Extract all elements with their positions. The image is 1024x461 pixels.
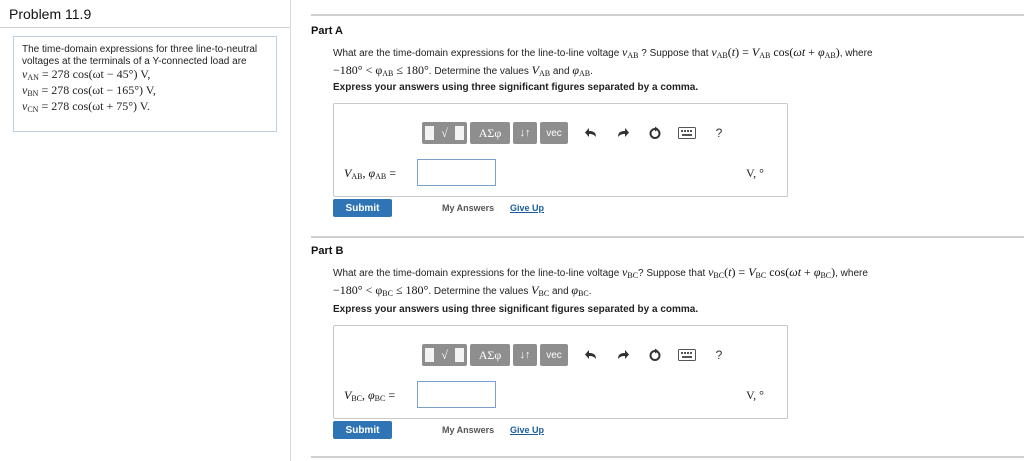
keyboard-icon[interactable] xyxy=(675,122,699,144)
answer-units: V, ° xyxy=(746,166,764,180)
template-square-icon xyxy=(425,348,434,362)
part-question: What are the time-domain expressions for… xyxy=(333,45,873,78)
vector-button[interactable]: vec xyxy=(540,344,568,366)
part-b-bottom-divider xyxy=(311,456,1024,458)
problem-statement: The time-domain expressions for three li… xyxy=(13,36,277,132)
problem-panel: Problem 11.9 The time-domain expressions… xyxy=(0,0,291,461)
math-toolbar: √ ΑΣφ ↓↑ vec ? xyxy=(422,121,731,145)
part-question: What are the time-domain expressions for… xyxy=(333,265,868,298)
give-up-link[interactable]: Give Up xyxy=(510,203,544,213)
answer-units: V, ° xyxy=(746,388,764,402)
voltage-bn: vBN = 278 cos(ωt − 165°) V, xyxy=(22,83,156,98)
title-divider xyxy=(0,27,290,28)
part-instruction: Express your answers using three signifi… xyxy=(333,82,699,93)
answer-label: VBC, φBC = xyxy=(344,388,396,403)
undo-icon[interactable] xyxy=(579,122,603,144)
voltage-cn: vCN = 278 cos(ωt + 75°) V. xyxy=(22,99,150,114)
vector-button[interactable]: vec xyxy=(540,122,568,144)
undo-icon[interactable] xyxy=(579,344,603,366)
greek-symbols-button[interactable]: ΑΣφ xyxy=(470,122,510,144)
template-square-icon xyxy=(425,126,434,140)
part-instruction: Express your answers using three signifi… xyxy=(333,304,699,315)
answer-label: VAB, φAB = xyxy=(344,166,397,181)
subscript-superscript-button[interactable]: ↓↑ xyxy=(513,344,537,366)
subscript-superscript-button[interactable]: ↓↑ xyxy=(513,122,537,144)
answer-input[interactable] xyxy=(417,381,496,408)
my-answers-link[interactable]: My Answers xyxy=(442,203,494,213)
part-title: Part A xyxy=(311,25,343,37)
help-icon[interactable]: ? xyxy=(707,122,731,144)
part-a-top-divider xyxy=(311,14,1024,16)
reset-icon[interactable] xyxy=(643,122,667,144)
templates-button[interactable]: √ xyxy=(422,344,467,366)
part-b-top-divider xyxy=(311,236,1024,238)
voltage-an: vAN = 278 cos(ωt − 45°) V, xyxy=(22,67,151,82)
submit-button[interactable]: Submit xyxy=(333,421,392,439)
reset-icon[interactable] xyxy=(643,344,667,366)
answer-input[interactable] xyxy=(417,159,496,186)
part-title: Part B xyxy=(311,245,344,257)
answer-box: √ ΑΣφ ↓↑ vec ? VBC, φBC = V, ° xyxy=(333,325,788,419)
template-square-icon xyxy=(455,348,464,362)
problem-title: Problem 11.9 xyxy=(9,6,92,22)
template-square-icon xyxy=(455,126,464,140)
keyboard-icon[interactable] xyxy=(675,344,699,366)
help-icon[interactable]: ? xyxy=(707,344,731,366)
answer-box: √ ΑΣφ ↓↑ vec ? VAB, φAB = V, ° xyxy=(333,103,788,197)
math-toolbar: √ ΑΣφ ↓↑ vec ? xyxy=(422,343,731,367)
redo-icon[interactable] xyxy=(611,344,635,366)
statement-text: The time-domain expressions for three li… xyxy=(22,44,258,67)
templates-button[interactable]: √ xyxy=(422,122,467,144)
greek-symbols-button[interactable]: ΑΣφ xyxy=(470,344,510,366)
submit-button[interactable]: Submit xyxy=(333,199,392,217)
give-up-link[interactable]: Give Up xyxy=(510,425,544,435)
redo-icon[interactable] xyxy=(611,122,635,144)
my-answers-link[interactable]: My Answers xyxy=(442,425,494,435)
